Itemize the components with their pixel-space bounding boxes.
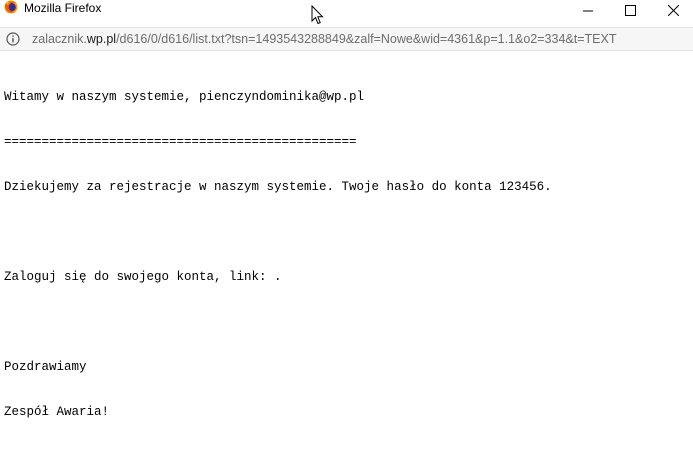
url-text[interactable]: zalacznik.wp.pl/d616/0/d616/list.txt?tsn… bbox=[32, 28, 690, 50]
url-subdomain: zalacznik. bbox=[32, 32, 87, 46]
title-bar[interactable]: Mozilla Firefox bbox=[0, 0, 693, 24]
url-path: /d616/0/d616/list.txt?tsn=1493543288849&… bbox=[116, 32, 617, 46]
login-line: Zaloguj się do swojego konta, link: . bbox=[4, 270, 282, 284]
close-button[interactable] bbox=[653, 0, 693, 20]
minimize-button[interactable] bbox=[565, 0, 611, 20]
minimize-icon bbox=[582, 10, 593, 11]
greeting-line: Witamy w naszym systemie, pienczyndomini… bbox=[4, 90, 365, 104]
signature-line: Zespół Awaria! bbox=[4, 405, 110, 419]
text-document: Witamy w naszym systemie, pienczyndomini… bbox=[4, 60, 690, 450]
address-bar[interactable]: zalacznik.wp.pl/d616/0/d616/list.txt?tsn… bbox=[0, 27, 693, 51]
regards-line: Pozdrawiamy bbox=[4, 360, 87, 374]
browser-window: Mozilla Firefox zalacznik.wp.pl/d616/0/d… bbox=[0, 0, 693, 419]
mouse-pointer-icon bbox=[311, 5, 324, 25]
url-host: wp.pl bbox=[86, 32, 117, 46]
firefox-logo-icon bbox=[4, 0, 18, 14]
close-icon bbox=[667, 4, 679, 16]
window-title: Mozilla Firefox bbox=[24, 1, 102, 15]
maximize-icon bbox=[624, 4, 636, 16]
separator-line: ========================================… bbox=[4, 135, 357, 149]
thanks-line: Dziekujemy za rejestracje w naszym syste… bbox=[4, 180, 552, 194]
maximize-button[interactable] bbox=[607, 0, 653, 20]
info-icon[interactable] bbox=[6, 32, 20, 46]
